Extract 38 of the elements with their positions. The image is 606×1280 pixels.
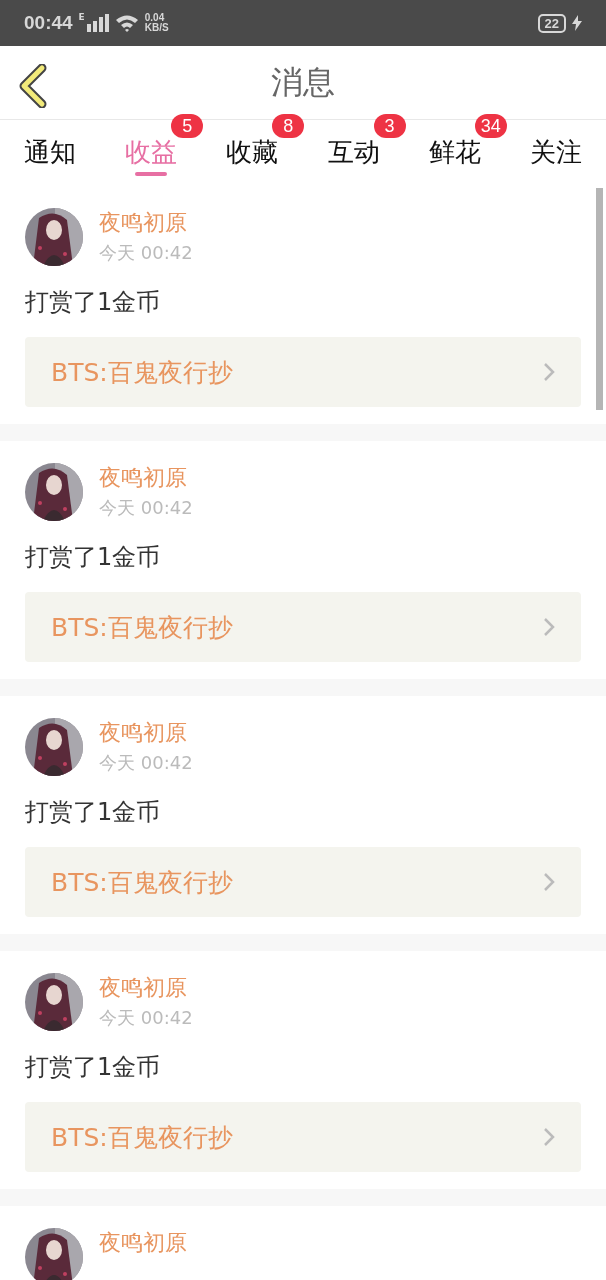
speed-unit: KB/S: [144, 23, 169, 33]
count-badge: 34: [474, 114, 507, 138]
message-text: 打赏了1金币: [25, 287, 162, 318]
story-link[interactable]: BTS:百鬼夜行抄: [25, 592, 581, 662]
story-link[interactable]: BTS:百鬼夜行抄: [25, 1102, 581, 1172]
status-time: 00:44: [24, 12, 73, 34]
tab[interactable]: 关注: [529, 120, 582, 185]
message-text: 打赏了1金币: [25, 1052, 162, 1083]
count-badge: 8: [272, 114, 305, 138]
signal-icon: [86, 14, 109, 32]
count-badge: 5: [171, 114, 204, 138]
wifi-icon: [114, 14, 139, 32]
chevron-right-icon: [543, 362, 555, 382]
story-link[interactable]: BTS:百鬼夜行抄: [25, 847, 581, 917]
message-time: 今天 00:42: [99, 241, 193, 265]
charging-icon: [572, 15, 582, 31]
chevron-right-icon: [543, 872, 555, 892]
chevron-right-icon: [543, 617, 555, 637]
network-speed: 0.04: [144, 13, 166, 23]
message-text: 打赏了1金币: [25, 542, 162, 573]
battery-level: 22: [537, 13, 566, 33]
message-time: 今天 00:42: [99, 751, 193, 775]
story-link[interactable]: BTS:百鬼夜行抄: [25, 337, 581, 407]
user-name[interactable]: 夜鸣初原: [99, 973, 193, 1003]
user-name[interactable]: 夜鸣初原: [99, 208, 193, 238]
count-badge: 3: [373, 114, 406, 138]
page-title: 消息: [271, 61, 335, 103]
network-type: E: [78, 12, 85, 22]
message-time: 今天 00:42: [99, 1006, 193, 1030]
user-name[interactable]: 夜鸣初原: [99, 1228, 187, 1258]
chevron-right-icon: [543, 1127, 555, 1147]
message-time: 今天 00:42: [99, 496, 193, 520]
user-name[interactable]: 夜鸣初原: [99, 463, 193, 493]
user-name[interactable]: 夜鸣初原: [99, 718, 193, 748]
scrollbar[interactable]: [596, 188, 603, 410]
tab[interactable]: 通知: [24, 120, 76, 185]
tab-indicator: [135, 172, 168, 176]
message-text: 打赏了1金币: [25, 797, 162, 828]
